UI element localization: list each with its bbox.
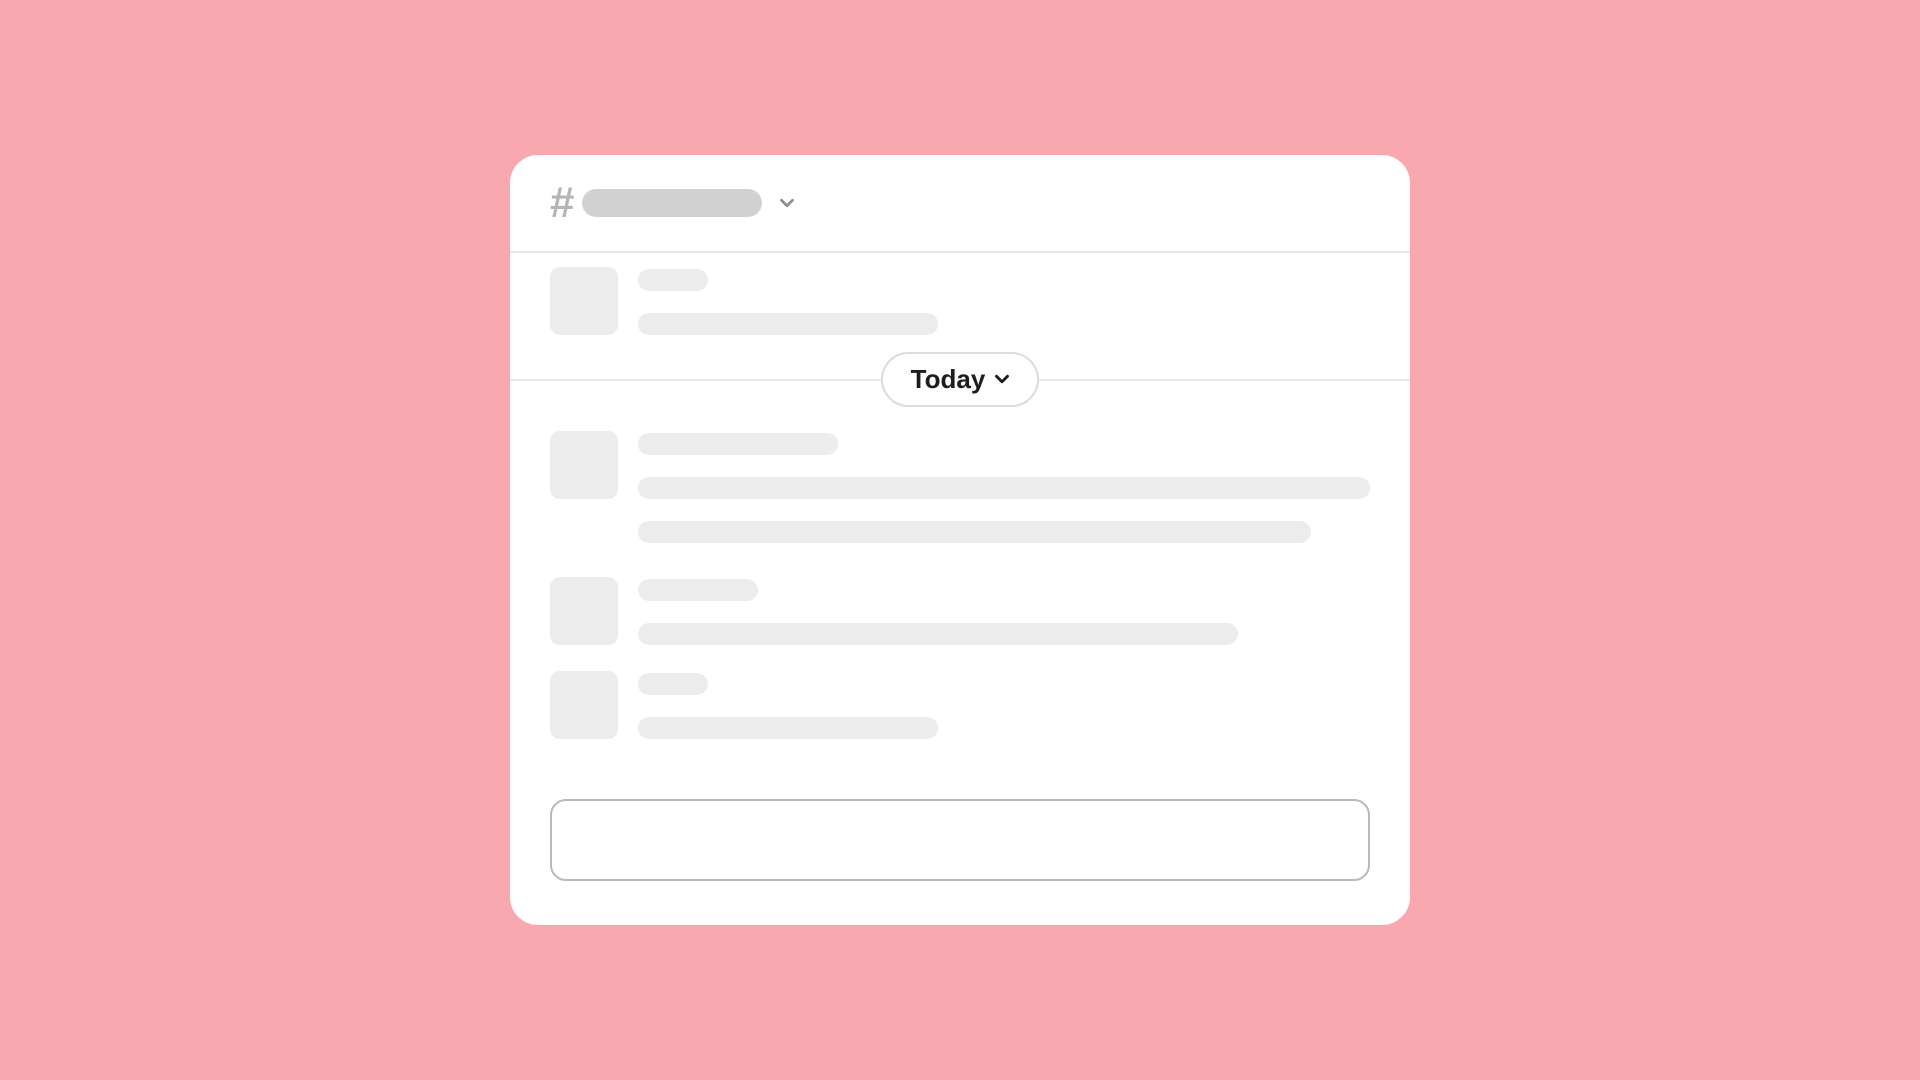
placeholder-line	[638, 521, 1311, 543]
placeholder-line	[638, 477, 1370, 499]
chevron-down-icon	[776, 192, 798, 214]
message-row	[510, 259, 1410, 343]
message-row	[510, 569, 1410, 653]
date-divider-label: Today	[911, 364, 986, 395]
channel-header[interactable]: #	[510, 155, 1410, 253]
message-content	[638, 267, 1370, 335]
placeholder-line	[638, 579, 758, 601]
avatar	[550, 671, 618, 739]
message-content	[638, 431, 1370, 543]
message-content	[638, 577, 1370, 645]
hash-icon: #	[550, 181, 574, 225]
placeholder-line	[638, 433, 838, 455]
avatar	[550, 577, 618, 645]
chat-window: # Today	[510, 155, 1410, 925]
date-divider-button[interactable]: Today	[881, 352, 1040, 407]
composer-area	[510, 799, 1410, 925]
placeholder-line	[638, 623, 1238, 645]
avatar	[550, 267, 618, 335]
channel-name-placeholder	[582, 189, 762, 217]
chevron-down-icon	[991, 368, 1013, 390]
message-row	[510, 663, 1410, 747]
placeholder-line	[638, 269, 708, 291]
placeholder-line	[638, 717, 938, 739]
avatar	[550, 431, 618, 499]
date-divider: Today	[510, 349, 1410, 409]
message-list: Today	[510, 253, 1410, 799]
message-input[interactable]	[550, 799, 1370, 881]
placeholder-line	[638, 313, 938, 335]
message-row	[510, 423, 1410, 551]
message-content	[638, 671, 1370, 739]
placeholder-line	[638, 673, 708, 695]
